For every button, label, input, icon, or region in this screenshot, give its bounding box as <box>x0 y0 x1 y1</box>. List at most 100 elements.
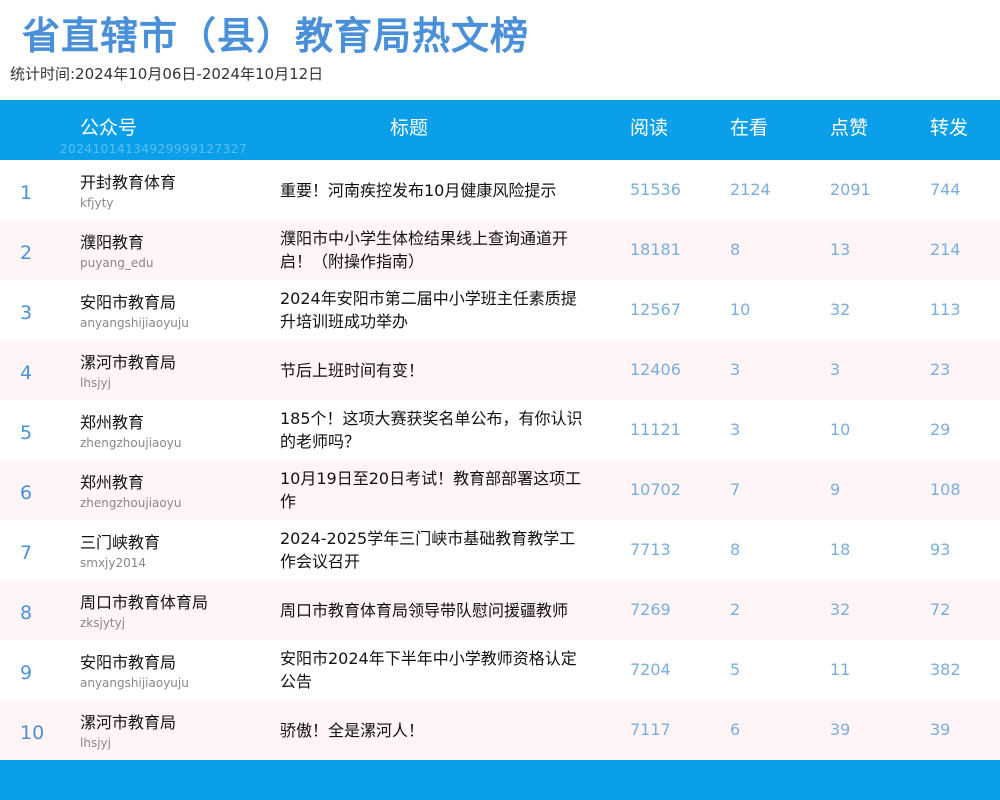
rank-number: 1 <box>20 182 33 204</box>
table-row[interactable]: 5 郑州教育 zhengzhoujiaoyu 185个！这项大赛获奖名单公布，有你认识… <box>0 400 1000 460</box>
account-name[interactable]: 漯河市教育局 <box>80 712 176 734</box>
footer-bar <box>0 760 1000 800</box>
like-count: 32 <box>830 600 851 619</box>
table-row[interactable]: 4 漯河市教育局 lhsjyj 节后上班时间有变！ 12406 3 3 23 <box>0 340 1000 400</box>
read-count: 7713 <box>630 540 671 559</box>
table-row[interactable]: 9 安阳市教育局 anyangshijiaoyuju 安阳市2024年下半年中小学教师… <box>0 640 1000 700</box>
account-id: lhsjyj <box>80 376 111 390</box>
watch-count: 8 <box>730 540 741 559</box>
like-count: 32 <box>830 300 851 319</box>
page-title: 省直辖市（县）教育局热文榜 <box>22 14 530 58</box>
table-row[interactable]: 10 漯河市教育局 lhsjyj 骄傲！全是漯河人！ 7117 6 39 39 <box>0 700 1000 760</box>
header-watermark: 20241014134929999127327 <box>60 142 248 156</box>
share-count: 72 <box>930 600 951 619</box>
watch-count: 10 <box>730 300 751 319</box>
article-title[interactable]: 重要！河南疾控发布10月健康风险提示 <box>280 166 590 214</box>
rank-number: 2 <box>20 242 33 264</box>
table-row[interactable]: 7 三门峡教育 smxjy2014 2024-2025学年三门峡市基础教育教学工作会议… <box>0 520 1000 580</box>
read-count: 12406 <box>630 360 681 379</box>
account-name[interactable]: 漯河市教育局 <box>80 352 176 374</box>
header-read[interactable]: 阅读 <box>630 115 668 141</box>
read-count: 7269 <box>630 600 671 619</box>
read-count: 7204 <box>630 660 671 679</box>
share-count: 214 <box>930 240 961 259</box>
article-title[interactable]: 安阳市2024年下半年中小学教师资格认定公告 <box>280 646 590 694</box>
share-count: 744 <box>930 180 961 199</box>
article-title[interactable]: 2024年安阳市第二届中小学班主任素质提升培训班成功举办 <box>280 286 590 334</box>
header-share[interactable]: 转发 <box>930 115 968 141</box>
account-id: smxjy2014 <box>80 556 147 570</box>
share-count: 113 <box>930 300 961 319</box>
like-count: 9 <box>830 480 841 499</box>
share-count: 39 <box>930 720 951 739</box>
share-count: 29 <box>930 420 951 439</box>
rank-number: 10 <box>20 722 45 744</box>
like-count: 2091 <box>830 180 871 199</box>
article-title[interactable]: 节后上班时间有变！ <box>280 346 590 394</box>
share-count: 93 <box>930 540 951 559</box>
table-row[interactable]: 8 周口市教育体育局 zksjytyj 周口市教育体育局领导带队慰问援疆教师 7269 2… <box>0 580 1000 640</box>
account-name[interactable]: 周口市教育体育局 <box>80 592 208 614</box>
rank-number: 3 <box>20 302 33 324</box>
account-id: zhengzhoujiaoyu <box>80 436 182 450</box>
like-count: 10 <box>830 420 851 439</box>
account-id: kfjyty <box>80 196 114 210</box>
account-id: anyangshijiaoyuju <box>80 316 189 330</box>
rank-number: 6 <box>20 482 33 504</box>
read-count: 11121 <box>630 420 681 439</box>
watch-count: 5 <box>730 660 741 679</box>
table-row[interactable]: 2 濮阳教育 puyang_edu 濮阳市中小学生体检结果线上查询通道开启！（附操作指… <box>0 220 1000 280</box>
header-title[interactable]: 标题 <box>390 115 428 141</box>
watch-count: 3 <box>730 360 741 379</box>
watch-count: 7 <box>730 480 741 499</box>
table-row[interactable]: 6 郑州教育 zhengzhoujiaoyu 10月19日至20日考试！教育部部署这项… <box>0 460 1000 520</box>
account-name[interactable]: 安阳市教育局 <box>80 652 176 674</box>
header-like[interactable]: 点赞 <box>830 115 868 141</box>
like-count: 13 <box>830 240 851 259</box>
watch-count: 8 <box>730 240 741 259</box>
rank-number: 7 <box>20 542 33 564</box>
article-title[interactable]: 185个！这项大赛获奖名单公布，有你认识的老师吗？ <box>280 406 590 454</box>
account-id: anyangshijiaoyuju <box>80 676 189 690</box>
account-name[interactable]: 郑州教育 <box>80 412 144 434</box>
account-id: zhengzhoujiaoyu <box>80 496 182 510</box>
account-name[interactable]: 开封教育体育 <box>80 172 176 194</box>
account-id: lhsjyj <box>80 736 111 750</box>
like-count: 3 <box>830 360 841 379</box>
read-count: 12567 <box>630 300 681 319</box>
rank-number: 4 <box>20 362 33 384</box>
rank-number: 9 <box>20 662 33 684</box>
table-row[interactable]: 3 安阳市教育局 anyangshijiaoyuju 2024年安阳市第二届中小学班主… <box>0 280 1000 340</box>
like-count: 11 <box>830 660 851 679</box>
read-count: 10702 <box>630 480 681 499</box>
watch-count: 3 <box>730 420 741 439</box>
account-id: zksjytyj <box>80 616 126 630</box>
table-row[interactable]: 1 开封教育体育 kfjyty 重要！河南疾控发布10月健康风险提示 51536 2124… <box>0 160 1000 220</box>
share-count: 108 <box>930 480 961 499</box>
article-title[interactable]: 濮阳市中小学生体检结果线上查询通道开启！（附操作指南） <box>280 226 590 274</box>
rank-number: 5 <box>20 422 33 444</box>
read-count: 18181 <box>630 240 681 259</box>
article-title[interactable]: 10月19日至20日考试！教育部部署这项工作 <box>280 466 590 514</box>
rank-number: 8 <box>20 602 33 624</box>
ranking-table: 1 开封教育体育 kfjyty 重要！河南疾控发布10月健康风险提示 51536 2 124… <box>0 160 1000 760</box>
account-name[interactable]: 濮阳教育 <box>80 232 144 254</box>
watch-count: 2 <box>730 600 741 619</box>
header-account[interactable]: 公众号 <box>80 115 137 141</box>
header-watch[interactable]: 在看 <box>730 115 768 141</box>
table-header: 公众号 标题 阅读 在看 点赞 转发 202410141349299991273… <box>0 100 1000 160</box>
article-title[interactable]: 2024-2025学年三门峡市基础教育教学工作会议召开 <box>280 526 590 574</box>
like-count: 39 <box>830 720 851 739</box>
article-title[interactable]: 周口市教育体育局领导带队慰问援疆教师 <box>280 586 590 634</box>
account-name[interactable]: 三门峡教育 <box>80 532 160 554</box>
account-name[interactable]: 郑州教育 <box>80 472 144 494</box>
article-title[interactable]: 骄傲！全是漯河人！ <box>280 706 590 754</box>
read-count: 51536 <box>630 180 681 199</box>
share-count: 23 <box>930 360 951 379</box>
account-name[interactable]: 安阳市教育局 <box>80 292 176 314</box>
watch-count: 6 <box>730 720 741 739</box>
stats-period: 统计时间:2024年10月06日-2024年10月12日 <box>10 65 324 83</box>
account-id: puyang_edu <box>80 256 154 270</box>
read-count: 7117 <box>630 720 671 739</box>
like-count: 18 <box>830 540 851 559</box>
